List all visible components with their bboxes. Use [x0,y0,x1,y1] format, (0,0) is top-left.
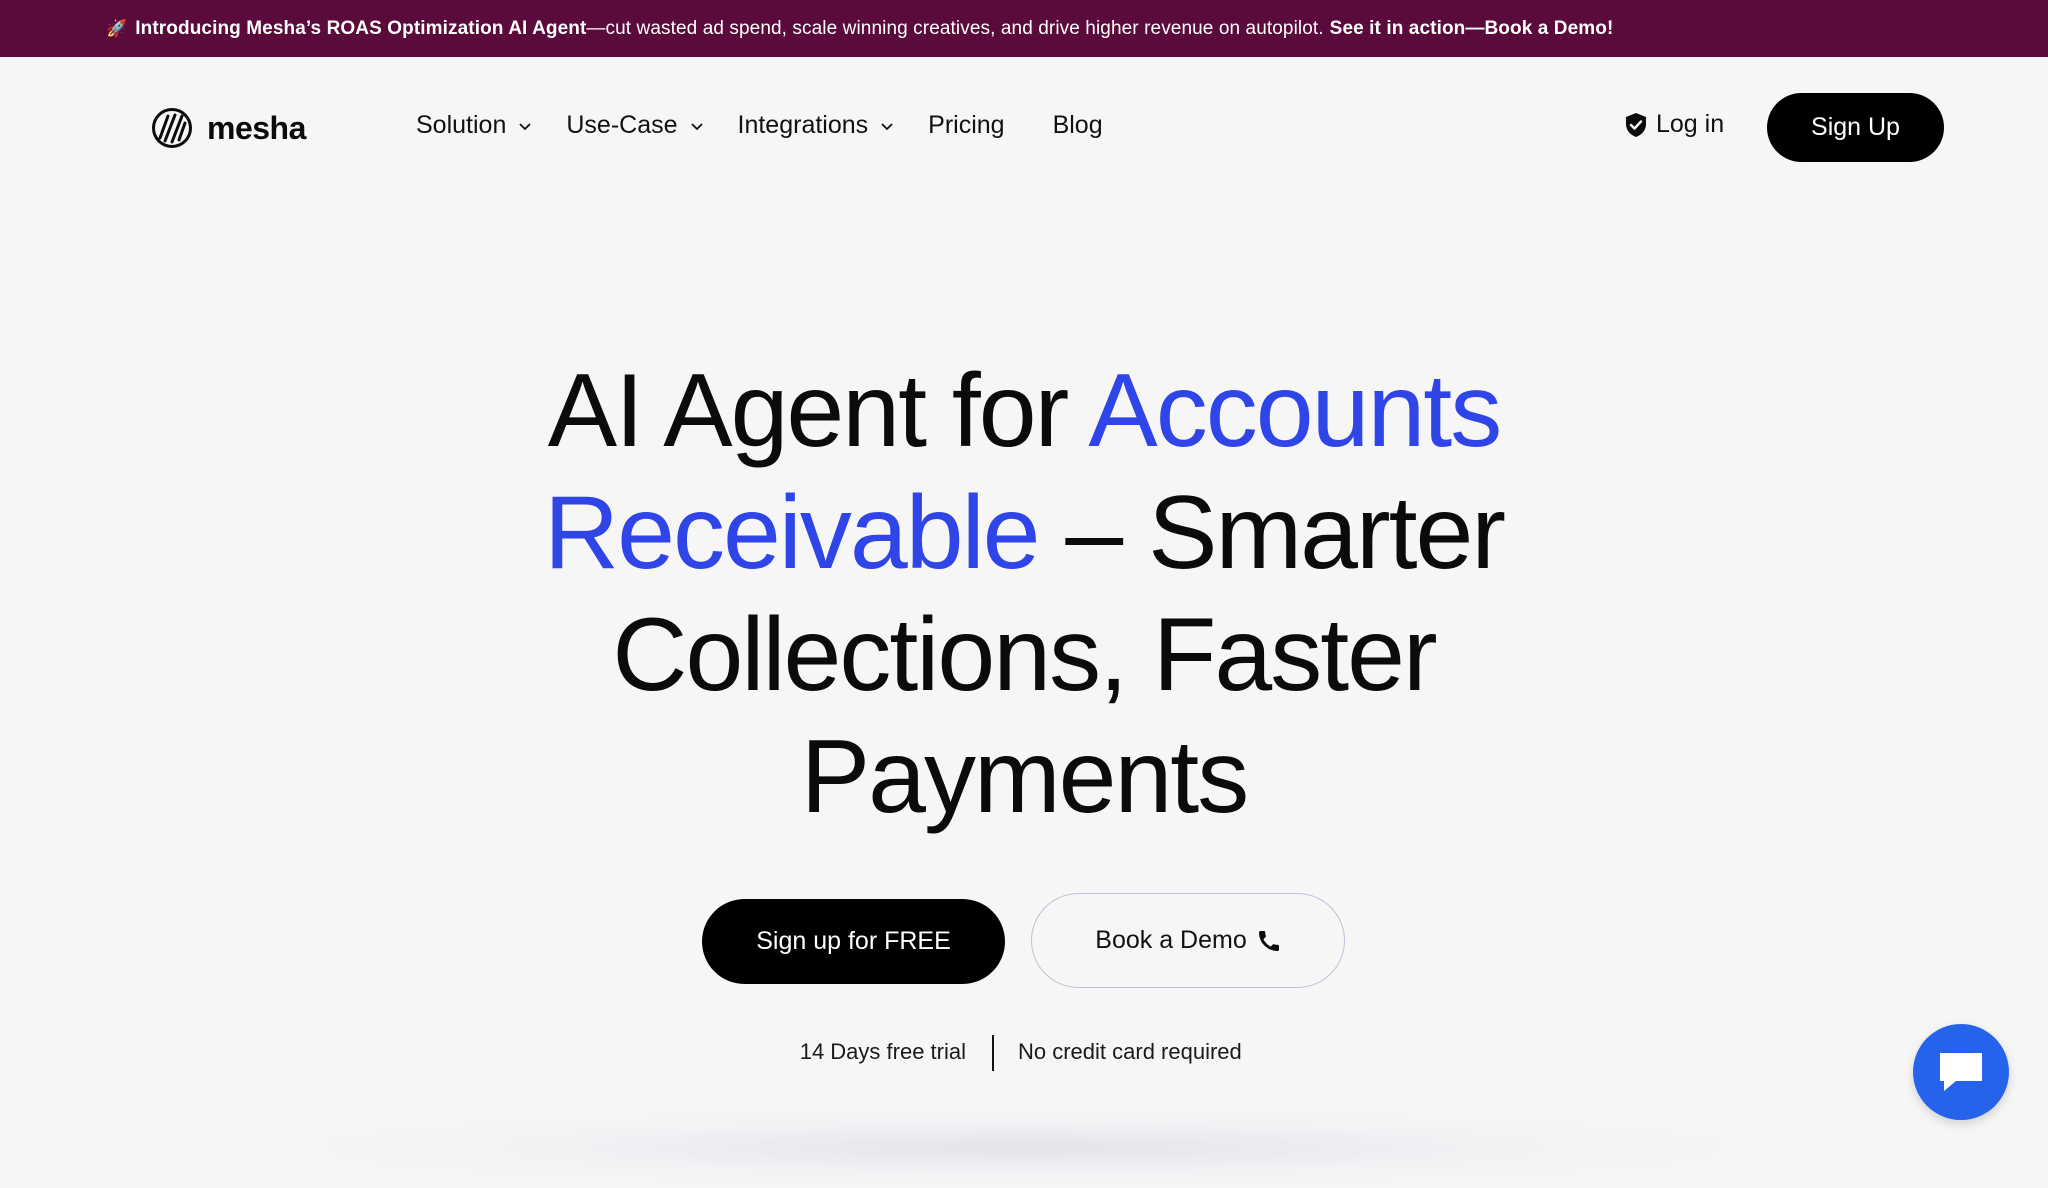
announcement-intro: Introducing Mesha’s ROAS Optimization AI… [135,17,587,39]
rocket-icon: 🚀 [106,18,128,38]
login-label: Log in [1656,110,1725,138]
nav-blog[interactable]: Blog [1053,111,1103,140]
hero-line-2-plain: – Smarter [1038,475,1506,591]
nav-solution-label: Solution [416,111,507,139]
top-nav: mesha Solution Use-Case Integrations Pri… [0,57,2048,197]
hero: AI Agent for Accounts Receivable – Smart… [0,350,2048,838]
chevron-down-icon [519,122,531,130]
cta-row: Sign up for FREE Book a Demo [0,893,2048,988]
hero-line-3: Collections, Faster [612,597,1437,713]
signup-free-button[interactable]: Sign up for FREE [702,899,1005,984]
nav-pricing[interactable]: Pricing [928,111,1004,140]
announcement-body: —cut wasted ad spend, scale winning crea… [586,17,1324,39]
announcement-bar[interactable]: 🚀 Introducing Mesha’s ROAS Optimization … [0,0,2048,57]
mesha-logo-icon [152,108,192,148]
nav-integrations-label: Integrations [737,111,869,139]
book-demo-button[interactable]: Book a Demo [1031,893,1345,988]
nav-use-case[interactable]: Use-Case [566,111,703,140]
hero-line-1: AI Agent for Accounts [547,353,1502,469]
trial-days: 14 Days free trial [799,1039,966,1064]
trial-divider [992,1035,994,1071]
hero-line-2: Receivable – Smarter [544,475,1506,591]
preview-glow [260,1108,1788,1188]
nav-use-case-label: Use-Case [566,111,678,139]
nav-solution[interactable]: Solution [416,111,532,140]
chevron-down-icon [881,122,893,130]
trial-info: 14 Days free trial No credit card requir… [0,1033,2048,1073]
signup-button[interactable]: Sign Up [1767,93,1944,162]
hero-line-4: Payments [800,719,1249,835]
hero-line-1-plain: AI Agent for [547,353,1089,469]
main-menu: Solution Use-Case Integrations Pricing B… [416,111,1151,140]
book-demo-label: Book a Demo [1095,926,1247,954]
chevron-down-icon [690,122,703,130]
no-credit-card: No credit card required [1018,1039,1242,1064]
chat-widget-button[interactable] [1913,1024,2009,1120]
phone-icon [1258,930,1279,951]
brand-name: mesha [207,109,306,146]
login-link[interactable]: Log in [1624,110,1724,139]
shield-check-icon [1626,112,1646,137]
hero-line-1-highlight: Accounts [1088,353,1502,469]
hero-line-2-highlight: Receivable [544,475,1041,591]
chat-bubble-icon [1940,1053,1982,1091]
nav-integrations[interactable]: Integrations [738,111,895,140]
hero-title: AI Agent for Accounts Receivable – Smart… [0,350,2048,838]
logo[interactable]: mesha [151,107,306,149]
announcement-demo-link[interactable]: See it in action—Book a Demo! [1330,18,1614,40]
